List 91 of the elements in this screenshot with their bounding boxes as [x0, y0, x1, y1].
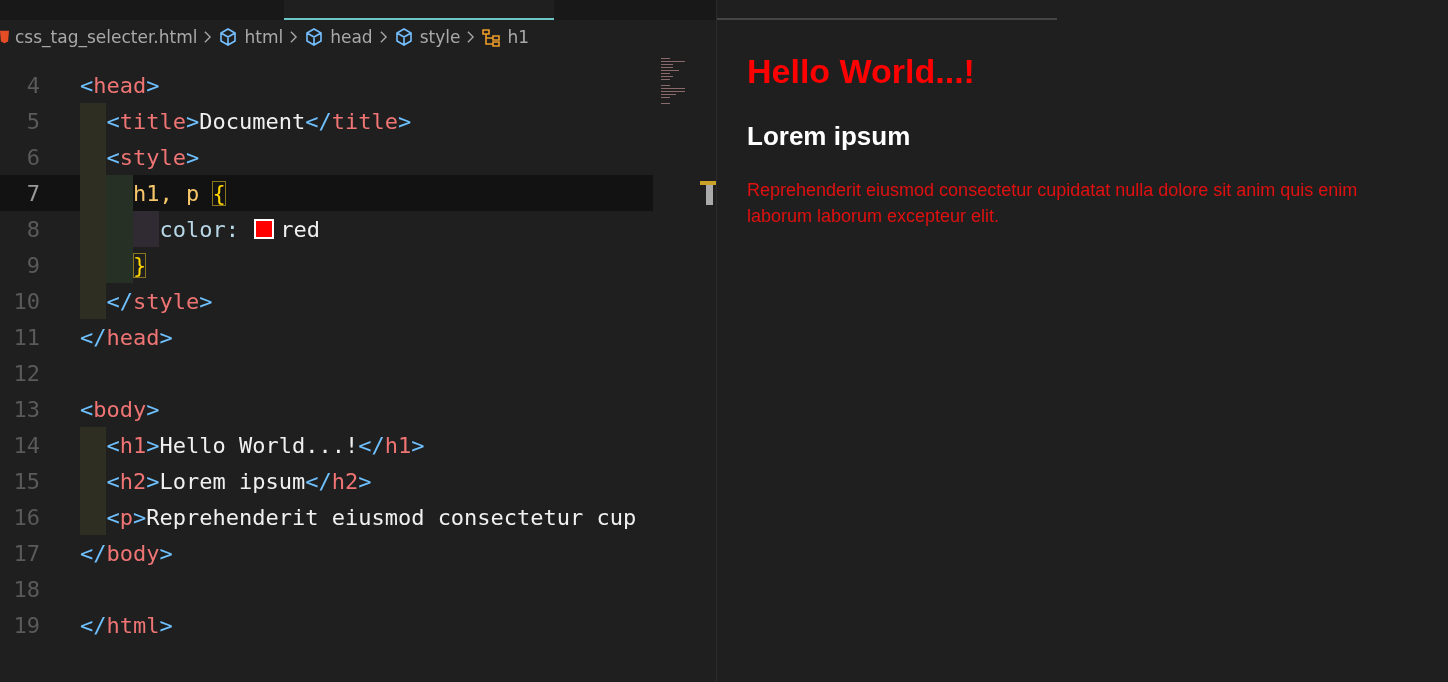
code-punctuation: > [185, 108, 200, 134]
code-text: red [280, 216, 320, 242]
tag-name: title [331, 108, 398, 134]
code-punctuation: </ [305, 468, 332, 494]
code-punctuation: </ [358, 432, 385, 458]
tag-name: html [106, 612, 160, 638]
indent-guide [132, 211, 160, 247]
code-punctuation: </ [80, 612, 107, 638]
code-punctuation: > [146, 396, 160, 422]
line-number: 14 [12, 432, 40, 458]
tag-name: p [119, 504, 133, 530]
indent-guide [106, 247, 133, 283]
code-text: Reprehenderit eiusmod consectetur cup [146, 504, 637, 530]
breadcrumb-item[interactable]: h1 [507, 27, 529, 47]
code-punctuation: > [146, 468, 160, 494]
code-punctuation: < [106, 504, 120, 530]
preview-paragraph: Reprehenderit eiusmod consectetur cupidatat nulla dolore sit anim quis enim laborum laborum excepteur elit. [747, 179, 1359, 228]
tag-name: h1 [384, 432, 412, 458]
code-punctuation: </ [305, 108, 332, 134]
tag-name: style [133, 288, 200, 314]
breadcrumb-item[interactable]: head [330, 27, 373, 47]
code-punctuation: > [159, 540, 173, 566]
code-punctuation: > [199, 288, 213, 314]
chevron-icon [289, 30, 299, 44]
tag-name: h2 [119, 468, 147, 494]
line-number: 7 [25, 180, 40, 206]
tag-name: title [119, 108, 186, 134]
tag-name: body [93, 396, 147, 422]
breadcrumb-item[interactable]: css_tag_selecter.html [15, 27, 198, 47]
line-number: 13 [12, 396, 40, 422]
chevron-icon [203, 30, 213, 44]
code-punctuation: > [146, 72, 160, 98]
code-punctuation: < [106, 468, 120, 494]
code-punctuation: > [159, 612, 173, 638]
line-number: 10 [12, 288, 40, 314]
cube-icon [304, 27, 325, 47]
structure-icon [481, 27, 502, 47]
code-punctuation: > [159, 324, 173, 350]
line-number: 19 [12, 612, 40, 638]
code-punctuation: > [133, 504, 147, 530]
line-number: 4 [25, 72, 40, 98]
css-brace: { [212, 180, 226, 206]
line-number: 18 [12, 576, 40, 602]
css-selector: h1, p [132, 180, 201, 206]
line-number: 9 [25, 252, 40, 278]
css-property: color: [159, 216, 240, 242]
tag-name: head [106, 324, 160, 350]
cube-icon [218, 27, 239, 47]
code-text: Lorem ipsum [159, 468, 306, 494]
tag-name: h1 [119, 432, 147, 458]
code-punctuation: < [106, 108, 120, 134]
breadcrumb-item[interactable]: html [244, 27, 284, 47]
code-punctuation: < [80, 396, 94, 422]
code-punctuation: > [146, 432, 160, 458]
tag-name: body [106, 540, 160, 566]
chevron-icon [378, 30, 388, 44]
code-punctuation: > [358, 468, 372, 494]
code-punctuation: </ [80, 540, 107, 566]
chevron-icon [466, 30, 476, 44]
code-punctuation: < [106, 144, 120, 170]
color-swatch[interactable] [254, 219, 275, 239]
code-text: Hello World...! [159, 432, 359, 458]
active-editor-tab[interactable] [284, 0, 554, 20]
tag-name: h2 [331, 468, 359, 494]
line-number: 8 [25, 216, 40, 242]
line-number: 15 [12, 468, 40, 494]
indent-guide [106, 175, 133, 211]
code-punctuation: </ [80, 324, 107, 350]
line-number: 17 [12, 540, 40, 566]
scroll-thumb[interactable] [706, 185, 714, 205]
code-punctuation: > [185, 144, 200, 170]
cube-icon [393, 27, 414, 47]
line-number: 12 [12, 360, 40, 386]
code-text: Document [199, 108, 306, 134]
tag-name: head [93, 72, 147, 98]
line-number: 5 [25, 108, 40, 134]
html-file-icon [0, 29, 9, 45]
cursor-marker-icon [700, 181, 717, 185]
tag-name: style [119, 144, 186, 170]
preview-heading: Hello World...! [747, 52, 976, 91]
code-punctuation: < [80, 72, 94, 98]
line-number: 11 [12, 324, 40, 350]
code-punctuation: > [397, 108, 412, 134]
code-punctuation: < [106, 432, 120, 458]
css-brace: } [132, 252, 147, 278]
line-number: 6 [25, 144, 40, 170]
breadcrumb-item[interactable]: style [419, 27, 461, 47]
code-punctuation: > [411, 432, 425, 458]
line-number: 16 [12, 504, 40, 530]
code-punctuation: </ [106, 288, 133, 314]
preview-subheading: Lorem ipsum [747, 121, 912, 152]
